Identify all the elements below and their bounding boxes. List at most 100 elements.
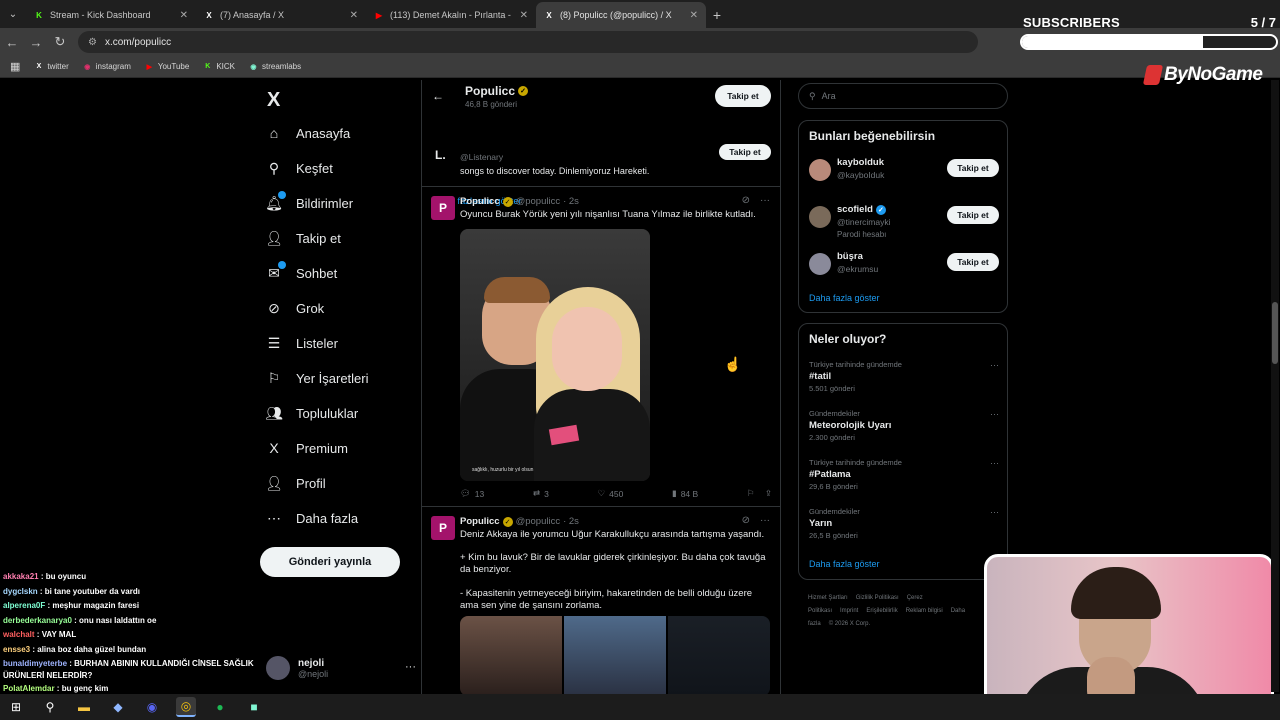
avatar[interactable] <box>809 206 831 228</box>
more-icon[interactable]: ··· <box>405 661 416 673</box>
close-icon[interactable]: ✕ <box>520 10 528 21</box>
post-button[interactable]: Gönderi yayınla <box>260 547 400 577</box>
avatar[interactable] <box>809 159 831 181</box>
tweet[interactable]: P Populicc ✓ @populicc · 2s ⊘ ··· Oyuncu… <box>422 186 780 506</box>
follow-button[interactable]: Takip et <box>947 253 999 271</box>
trend-item[interactable]: Türkiye tarihinde gündemde #tatil 5.501 gö… <box>809 360 999 400</box>
nav-item-mail[interactable]: ✉ Sohbet <box>266 260 337 286</box>
more-icon[interactable]: ··· <box>760 195 770 206</box>
chrome-icon[interactable]: ◎ <box>176 697 196 717</box>
suggested-account[interactable]: büşra @ekrumsu Takip et <box>809 251 999 287</box>
browser-tab[interactable]: ▶ (113) Demet Akalın - Pırlanta - ✕ <box>366 2 536 28</box>
kick-icon: K <box>36 10 42 20</box>
forward-arrow-icon[interactable]: → <box>24 30 48 54</box>
share-icon[interactable]: ⇪ <box>765 488 772 499</box>
footer-link[interactable]: © 2026 X Corp. <box>829 621 870 627</box>
tweet-photo-collage[interactable] <box>460 616 770 694</box>
follow-button[interactable]: Takip et <box>715 85 771 107</box>
bookmark-twitter[interactable]: Xtwitter <box>30 62 72 71</box>
tweet[interactable]: P Populicc ✓ @populicc · 2s ⊘ ··· Deniz … <box>422 506 780 694</box>
suggested-account[interactable]: kaybolduk @kayboIduk Takip et <box>809 157 999 193</box>
streamlabs-icon[interactable]: ■ <box>244 697 264 717</box>
nav-item-communities[interactable]: 👥︎ Topluluklar <box>265 400 358 426</box>
x-logo-icon[interactable]: X <box>267 89 280 112</box>
grok-icon[interactable]: ⊘ <box>742 195 750 206</box>
tweet-author[interactable]: Populicc <box>460 196 500 207</box>
nav-item-label: Keşfet <box>296 160 333 176</box>
footer-link[interactable]: Imprint <box>840 608 858 614</box>
trend-context: Türkiye tarihinde gündemde <box>809 458 902 467</box>
browser-tab[interactable]: X (8) Populicc (@populicc) / X ✕ <box>536 2 706 28</box>
scrollbar-thumb[interactable] <box>1272 302 1278 364</box>
like-button[interactable]: ♡ 450 <box>598 488 624 499</box>
tab-search-dropdown-icon[interactable]: ⌄ <box>0 0 26 28</box>
bookmark-instagram[interactable]: ◉ instagram <box>79 62 135 71</box>
nav-item-more-circle[interactable]: ⋯ Daha fazla <box>266 505 358 531</box>
who-to-follow-more-link[interactable]: Daha fazla göster <box>809 293 880 303</box>
browser-tab[interactable]: K Stream - Kick Dashboard ✕ <box>26 2 196 28</box>
more-icon[interactable]: ··· <box>760 515 770 526</box>
reply-icon: 💬︎ <box>460 488 471 498</box>
nav-item-search[interactable]: ⚲ Keşfet <box>266 155 333 181</box>
bookmark-kick[interactable]: K KICK <box>199 62 239 71</box>
trends-more-link[interactable]: Daha fazla göster <box>809 559 880 569</box>
bookmark-streamlabs[interactable]: ◉ streamlabs <box>245 62 305 71</box>
account-switcher[interactable]: nejoli @nejoli ··· <box>266 653 416 683</box>
bookmark-youtube[interactable]: ▶ YouTube <box>141 62 193 71</box>
footer-link[interactable]: Gizlilik Politikası <box>856 595 899 601</box>
more-icon[interactable]: ··· <box>990 409 999 419</box>
search-input[interactable]: ⚲ Ara <box>798 83 1008 109</box>
trend-item[interactable]: Türkiye tarihinde gündemde #Patlama 29,6 B… <box>809 458 999 498</box>
chat-separator: : <box>34 630 42 640</box>
nav-item-profile[interactable]: 👤︎ Profil <box>265 470 326 496</box>
trend-item[interactable]: Gündemdekiler Yarın 26,5 B gönderi ··· <box>809 507 999 547</box>
follow-button[interactable]: Takip et <box>947 206 999 224</box>
reload-icon[interactable]: ↻ <box>48 30 72 54</box>
suggested-account[interactable]: scofield ✓ @tinercimayki Parodi hesabı Takip… <box>809 204 999 240</box>
url-input[interactable]: ⚙ x.com/populicc <box>78 31 978 53</box>
nav-item-label: Daha fazla <box>296 510 359 526</box>
nav-item-bookmark[interactable]: ⚐ Yer İşaretleri <box>266 365 369 391</box>
back-arrow-icon[interactable]: ← <box>432 89 444 103</box>
grok-icon[interactable]: ⊘ <box>742 515 750 526</box>
close-icon[interactable]: ✕ <box>690 10 698 21</box>
windows-start-icon[interactable]: ⊞ <box>6 697 26 717</box>
back-arrow-icon[interactable]: ← <box>0 30 24 54</box>
reply-button[interactable]: 💬︎ 13 <box>460 488 484 499</box>
more-icon[interactable]: ··· <box>990 458 999 468</box>
spotify-icon[interactable]: ● <box>210 697 230 717</box>
more-icon[interactable]: ··· <box>990 507 999 517</box>
apps-grid-icon[interactable]: ▦ <box>6 60 24 73</box>
nav-item-home[interactable]: ⌂ Anasayfa <box>266 120 350 146</box>
nav-item-grok[interactable]: ⊘ Grok <box>266 295 324 321</box>
views-button[interactable]: ▮ 84 B <box>672 488 698 499</box>
nav-item-follow[interactable]: 👤︎ Takip et <box>265 225 341 251</box>
close-icon[interactable]: ✕ <box>350 10 358 21</box>
tweet-photo[interactable]: sağlıklı, huzurlu bir yıl olsun <box>460 229 650 481</box>
search-icon[interactable]: ⚲ <box>40 697 60 717</box>
discord-icon[interactable]: ◉ <box>142 697 162 717</box>
repost-button[interactable]: ⇄ 3 <box>533 488 549 499</box>
nav-item-bell[interactable]: 🔔︎ Bildirimler <box>265 190 353 216</box>
bookmark-icon[interactable]: ⚐ <box>747 488 755 499</box>
tweet-avatar[interactable]: P <box>431 196 455 220</box>
file-explorer-icon[interactable]: ▬ <box>74 697 94 717</box>
tweet-avatar[interactable]: P <box>431 516 455 540</box>
footer-link[interactable]: Reklam bilgisi <box>906 608 943 614</box>
listenary-follow-button[interactable]: Takip et <box>719 144 771 160</box>
nav-item-x[interactable]: X Premium <box>266 435 348 461</box>
browser-tab[interactable]: X (7) Anasayfa / X ✕ <box>196 2 366 28</box>
close-icon[interactable]: ✕ <box>180 10 188 21</box>
new-tab-button[interactable]: + <box>706 2 728 28</box>
trend-item[interactable]: Gündemdekiler Meteorolojik Uyarı 2.300 gön… <box>809 409 999 449</box>
footer-link[interactable]: Hizmet Şartları <box>808 595 848 601</box>
nav-item-list[interactable]: ☰ Listeler <box>266 330 338 356</box>
page-scrollbar[interactable] <box>1271 80 1279 692</box>
tweet-author[interactable]: Populicc <box>460 516 500 527</box>
follow-button[interactable]: Takip et <box>947 159 999 177</box>
footer-link[interactable]: Erişilebilirlik <box>866 608 897 614</box>
app-icon[interactable]: ◆ <box>108 697 128 717</box>
site-info-icon[interactable]: ⚙ <box>88 37 97 48</box>
more-icon[interactable]: ··· <box>990 360 999 370</box>
avatar[interactable] <box>809 253 831 275</box>
